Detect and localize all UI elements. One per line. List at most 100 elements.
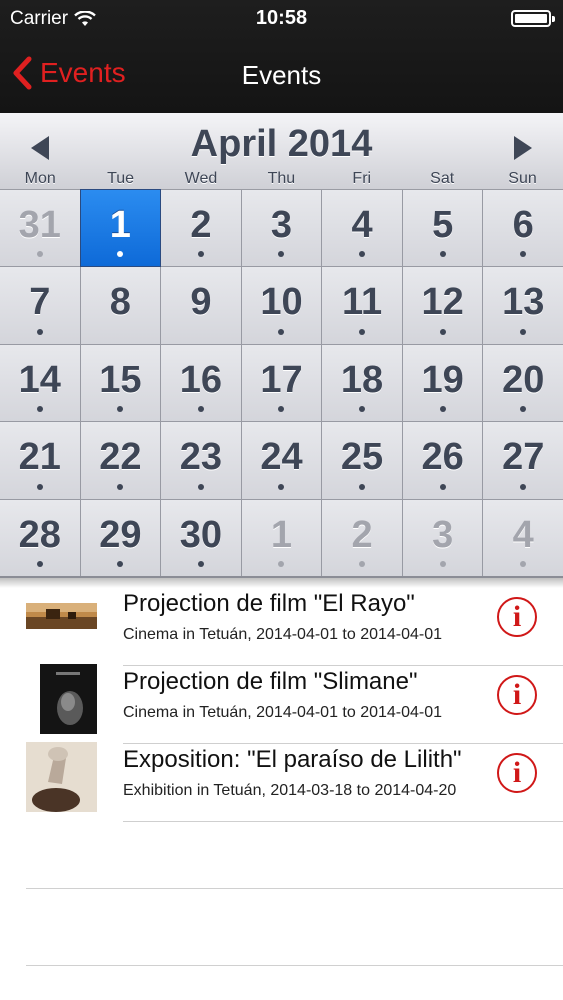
calendar-day[interactable]: 10 bbox=[241, 267, 322, 344]
event-dot-icon bbox=[359, 561, 366, 567]
event-dot-icon bbox=[197, 251, 204, 258]
calendar-day[interactable]: 2 bbox=[161, 190, 241, 267]
calendar-day[interactable]: 17 bbox=[241, 344, 322, 422]
calendar-day[interactable]: 30 bbox=[161, 499, 241, 576]
calendar-day[interactable]: 21 bbox=[0, 422, 80, 499]
calendar-day[interactable]: 31 bbox=[0, 190, 80, 267]
info-icon[interactable]: i bbox=[497, 675, 537, 715]
event-dot-icon bbox=[36, 328, 43, 335]
event-dot-icon bbox=[36, 251, 43, 258]
calendar-day[interactable]: 28 bbox=[0, 499, 80, 576]
calendar-day[interactable]: 1 bbox=[241, 499, 322, 576]
weekday-label: Tue bbox=[107, 170, 135, 187]
event-row[interactable]: Exposition: "El paraíso de Lilith" Exhib… bbox=[0, 742, 563, 822]
navigation-bar: Events Events bbox=[0, 38, 563, 113]
event-subtitle: Exhibition in Tetuán, 2014-03-18 to 2014… bbox=[123, 782, 457, 799]
weekday-label: Mon bbox=[24, 170, 56, 187]
event-dot-icon bbox=[520, 561, 527, 567]
day-number: 4 bbox=[512, 513, 534, 556]
day-number: 21 bbox=[18, 436, 61, 479]
weekday-label: Thu bbox=[267, 170, 296, 187]
event-dot-icon bbox=[117, 406, 124, 413]
event-dot-icon bbox=[36, 561, 43, 567]
event-dot-icon bbox=[197, 561, 204, 567]
weekday-label: Wed bbox=[184, 170, 218, 187]
calendar-day[interactable]: 27 bbox=[483, 422, 563, 499]
calendar-day[interactable]: 13 bbox=[483, 267, 563, 344]
event-dot-icon bbox=[520, 328, 527, 335]
calendar-day[interactable]: 6 bbox=[483, 190, 563, 267]
calendar-day[interactable]: 29 bbox=[80, 499, 161, 576]
calendar-day[interactable]: 19 bbox=[402, 344, 483, 422]
event-title: Projection de film "Slimane" bbox=[123, 668, 418, 695]
calendar-day[interactable]: 11 bbox=[322, 267, 402, 344]
info-icon[interactable]: i bbox=[497, 597, 537, 637]
calendar-day[interactable]: 8 bbox=[80, 267, 161, 344]
top-bar: Carrier 10:58 Events Events bbox=[0, 0, 563, 113]
calendar-day[interactable]: 16 bbox=[161, 344, 241, 422]
event-title: Exposition: "El paraíso de Lilith" bbox=[123, 746, 462, 773]
app-screen: Carrier 10:58 Events Events April 2014 M… bbox=[0, 0, 563, 1000]
event-dot-icon bbox=[359, 251, 366, 258]
weekday-label: Fri bbox=[352, 170, 372, 187]
calendar-day[interactable]: 3 bbox=[241, 190, 322, 267]
calendar-day[interactable]: 5 bbox=[402, 190, 483, 267]
event-dot-icon bbox=[359, 483, 366, 490]
day-number: 18 bbox=[340, 358, 384, 401]
event-row[interactable]: Projection de film "El Rayo" Cinema in T… bbox=[0, 588, 563, 666]
day-number: 23 bbox=[179, 436, 223, 479]
grid-shadow bbox=[0, 578, 563, 588]
event-dot-icon bbox=[278, 328, 285, 335]
calendar-day[interactable]: 4 bbox=[322, 190, 402, 267]
day-number: 19 bbox=[421, 358, 464, 401]
status-bar: Carrier 10:58 bbox=[0, 0, 563, 38]
day-number: 31 bbox=[18, 204, 61, 246]
calendar-day[interactable]: 22 bbox=[80, 422, 161, 499]
day-number: 17 bbox=[260, 358, 303, 401]
event-thumbnail-artwork bbox=[26, 742, 97, 812]
empty-row-separator bbox=[26, 888, 563, 889]
triangle-right-icon bbox=[514, 136, 532, 160]
day-number: 2 bbox=[190, 204, 212, 246]
calendar-day[interactable]: 24 bbox=[241, 422, 322, 499]
day-number: 24 bbox=[260, 436, 303, 479]
calendar-day[interactable]: 14 bbox=[0, 344, 80, 422]
event-dot-icon bbox=[439, 251, 446, 258]
next-month-button[interactable] bbox=[503, 131, 543, 165]
event-dot-icon bbox=[520, 406, 527, 413]
calendar-day[interactable]: 23 bbox=[161, 422, 241, 499]
event-row[interactable]: Projection de film "Slimane" Cinema in T… bbox=[0, 664, 563, 744]
battery-icon bbox=[511, 10, 555, 27]
day-number: 12 bbox=[421, 281, 464, 324]
day-number: 5 bbox=[432, 204, 454, 246]
event-dot-icon bbox=[117, 251, 124, 258]
event-title: Projection de film "El Rayo" bbox=[123, 590, 415, 617]
weekday-label: Sun bbox=[508, 170, 537, 187]
calendar-day[interactable]: 15 bbox=[80, 344, 161, 422]
calendar-day[interactable]: 18 bbox=[322, 344, 402, 422]
event-dot-icon bbox=[197, 483, 204, 490]
calendar-day[interactable]: 4 bbox=[483, 499, 563, 576]
day-number: 16 bbox=[179, 358, 223, 401]
info-icon[interactable]: i bbox=[497, 753, 537, 793]
event-subtitle: Cinema in Tetuán, 2014-04-01 to 2014-04-… bbox=[123, 704, 443, 721]
event-dot-icon bbox=[278, 561, 285, 567]
calendar-day[interactable]: 26 bbox=[402, 422, 483, 499]
calendar-day[interactable]: 7 bbox=[0, 267, 80, 344]
day-number: 13 bbox=[502, 281, 545, 324]
event-thumbnail-film-still bbox=[26, 603, 97, 629]
event-dot-icon bbox=[439, 328, 446, 335]
day-number: 2 bbox=[351, 513, 373, 556]
calendar-day[interactable]: 20 bbox=[483, 344, 563, 422]
calendar-day[interactable]: 25 bbox=[322, 422, 402, 499]
nav-title: Events bbox=[241, 60, 322, 90]
event-thumbnail-film-poster bbox=[40, 664, 97, 734]
event-dot-icon bbox=[439, 561, 446, 567]
calendar-day[interactable]: 9 bbox=[161, 267, 241, 344]
calendar-day-selected[interactable]: 1 bbox=[79, 188, 162, 268]
day-number: 27 bbox=[502, 436, 545, 479]
event-dot-icon bbox=[36, 406, 43, 413]
calendar-day[interactable]: 2 bbox=[322, 499, 402, 576]
calendar-day[interactable]: 3 bbox=[402, 499, 483, 576]
calendar-day[interactable]: 12 bbox=[402, 267, 483, 344]
